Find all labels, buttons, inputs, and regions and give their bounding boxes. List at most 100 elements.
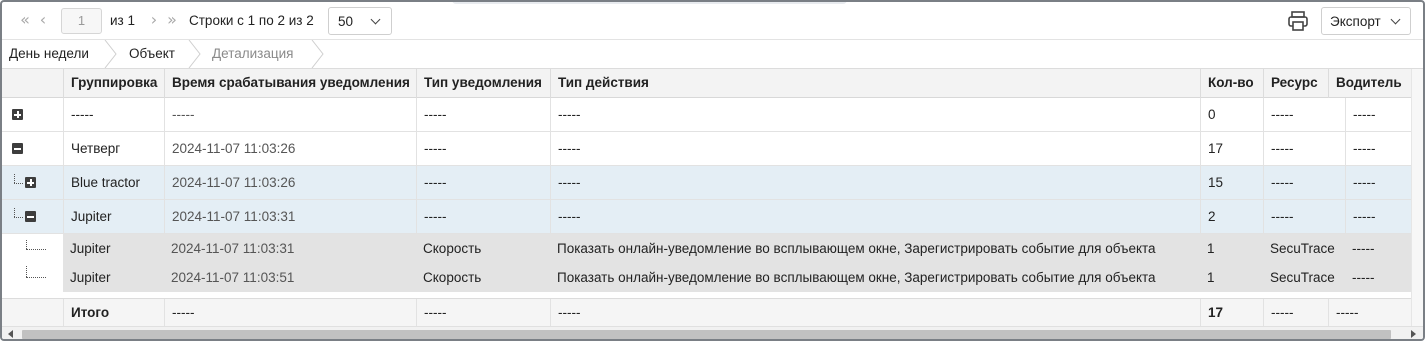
row-toggle-cell [2, 234, 63, 262]
cell-action-type: Показать онлайн-уведомление во всплывающ… [550, 234, 1200, 262]
cell-grouping: Четверг [63, 132, 164, 165]
table-row[interactable]: Jupiter 2024-11-07 11:03:31 ----- ----- … [2, 200, 1423, 234]
tree-connector [14, 208, 15, 217]
breadcrumb: День недели Объект Детализация [2, 40, 1423, 69]
total-driver: ----- [1328, 299, 1411, 326]
cell-grouping: Jupiter [63, 262, 164, 292]
scroll-left-icon[interactable] [8, 330, 13, 338]
tree-connector [26, 249, 46, 250]
cell-action-type: ----- [550, 166, 1200, 199]
cell-action-type: ----- [550, 98, 1200, 131]
cell-driver: ----- [1345, 166, 1411, 199]
rows-range-label: Строки с 1 по 2 из 2 [189, 13, 314, 28]
header-count[interactable]: Кол-во [1200, 69, 1263, 98]
chevron-down-icon [1390, 14, 1401, 25]
header-grouping[interactable]: Группировка [63, 69, 164, 98]
cell-resource: ----- [1263, 132, 1345, 165]
collapse-icon[interactable] [25, 211, 36, 222]
cell-notification-type: ----- [416, 200, 550, 233]
prev-page-icon[interactable]: ‹ [35, 11, 51, 29]
cell-count: 1 [1200, 234, 1263, 262]
page-count-label: из 1 [110, 13, 135, 28]
vertical-scrollbar[interactable] [1411, 69, 1423, 326]
breadcrumb-day-of-week[interactable]: День недели [9, 40, 89, 68]
row-toggle-cell[interactable] [2, 166, 63, 199]
total-label: Итого [63, 299, 164, 326]
cell-time: 2024-11-07 11:03:26 [164, 166, 416, 199]
breadcrumb-separator-icon [311, 40, 324, 68]
cell-notification-type: Скорость [416, 262, 550, 292]
row-toggle-cell [2, 262, 63, 292]
header-resource[interactable]: Ресурс [1263, 69, 1328, 98]
table-row[interactable]: Blue tractor 2024-11-07 11:03:26 ----- -… [2, 166, 1423, 200]
first-page-icon[interactable]: « [17, 11, 33, 29]
export-label: Экспорт [1330, 14, 1381, 29]
collapse-icon[interactable] [12, 143, 23, 154]
cell-time: 2024-11-07 11:03:31 [164, 234, 416, 262]
report-window: « ‹ 1 из 1 › » Строки с 1 по 2 из 2 50 Э… [0, 0, 1425, 341]
header-notification-type[interactable]: Тип уведомления [416, 69, 550, 98]
row-toggle-cell[interactable] [2, 98, 63, 131]
tree-connector [14, 217, 23, 218]
cell-count: 17 [1200, 132, 1263, 165]
table-row[interactable]: ----- ----- ----- ----- 0 ----- ----- [2, 98, 1423, 132]
breadcrumb-separator-icon [188, 40, 201, 68]
cell-notification-type: ----- [416, 98, 550, 131]
cell-count: 0 [1200, 98, 1263, 131]
total-count: 17 [1200, 299, 1263, 326]
total-action-type: ----- [550, 299, 1200, 326]
scrollbar-thumb[interactable] [22, 330, 1391, 339]
header-toggle-column [2, 69, 63, 98]
header-action-type[interactable]: Тип действия [550, 69, 1200, 98]
cell-resource: ----- [1263, 98, 1345, 131]
tree-connector [14, 174, 15, 183]
header-driver[interactable]: Водитель [1328, 69, 1411, 98]
breadcrumb-object[interactable]: Объект [129, 40, 175, 68]
pagination-toolbar: « ‹ 1 из 1 › » Строки с 1 по 2 из 2 50 Э… [2, 2, 1423, 40]
row-toggle-cell[interactable] [2, 132, 63, 165]
cell-action-type: ----- [550, 132, 1200, 165]
tree-connector [26, 240, 27, 249]
page-size-value: 50 [338, 14, 354, 29]
cell-driver: ----- [1345, 98, 1411, 131]
print-icon[interactable] [1286, 10, 1310, 32]
total-resource: ----- [1263, 299, 1328, 326]
expand-icon[interactable] [25, 177, 36, 188]
tree-connector [26, 277, 46, 278]
header-notification-time[interactable]: Время срабатывания уведомления [164, 69, 416, 98]
cell-driver: ----- [1345, 234, 1411, 262]
cell-notification-type: ----- [416, 166, 550, 199]
cell-count: 15 [1200, 166, 1263, 199]
cell-resource: ----- [1263, 166, 1345, 199]
table-row[interactable]: Jupiter 2024-11-07 11:03:51 Скорость Пок… [2, 262, 1423, 292]
cell-grouping: Blue tractor [63, 166, 164, 199]
export-button[interactable]: Экспорт [1321, 7, 1411, 35]
total-notification-type: ----- [416, 299, 550, 326]
cell-driver: ----- [1345, 262, 1411, 292]
cell-notification-type: ----- [416, 132, 550, 165]
scroll-right-icon[interactable] [1411, 330, 1416, 338]
chevron-down-icon [370, 14, 381, 25]
total-toggle-cell [2, 299, 63, 326]
horizontal-scrollbar[interactable] [2, 326, 1423, 339]
cell-count: 1 [1200, 262, 1263, 292]
last-page-icon[interactable]: » [164, 11, 180, 29]
cell-time: ----- [164, 98, 416, 131]
cell-action-type: Показать онлайн-уведомление во всплывающ… [550, 262, 1200, 292]
total-time: ----- [164, 299, 416, 326]
row-toggle-cell[interactable] [2, 200, 63, 233]
cell-action-type: ----- [550, 200, 1200, 233]
table-row[interactable]: Jupiter 2024-11-07 11:03:31 Скорость Пок… [2, 234, 1423, 262]
page-size-select[interactable]: 50 [328, 7, 392, 35]
cell-time: 2024-11-07 11:03:31 [164, 200, 416, 233]
next-page-icon[interactable]: › [146, 11, 162, 29]
table-row[interactable]: Четверг 2024-11-07 11:03:26 ----- ----- … [2, 132, 1423, 166]
cell-resource: SecuTrace [1263, 262, 1345, 292]
page-number-input[interactable]: 1 [61, 8, 102, 34]
cell-time: 2024-11-07 11:03:51 [164, 262, 416, 292]
expand-icon[interactable] [12, 109, 23, 120]
cell-resource: ----- [1263, 200, 1345, 233]
cell-resource: SecuTrace [1263, 234, 1345, 262]
tree-connector [14, 183, 23, 184]
cell-count: 2 [1200, 200, 1263, 233]
